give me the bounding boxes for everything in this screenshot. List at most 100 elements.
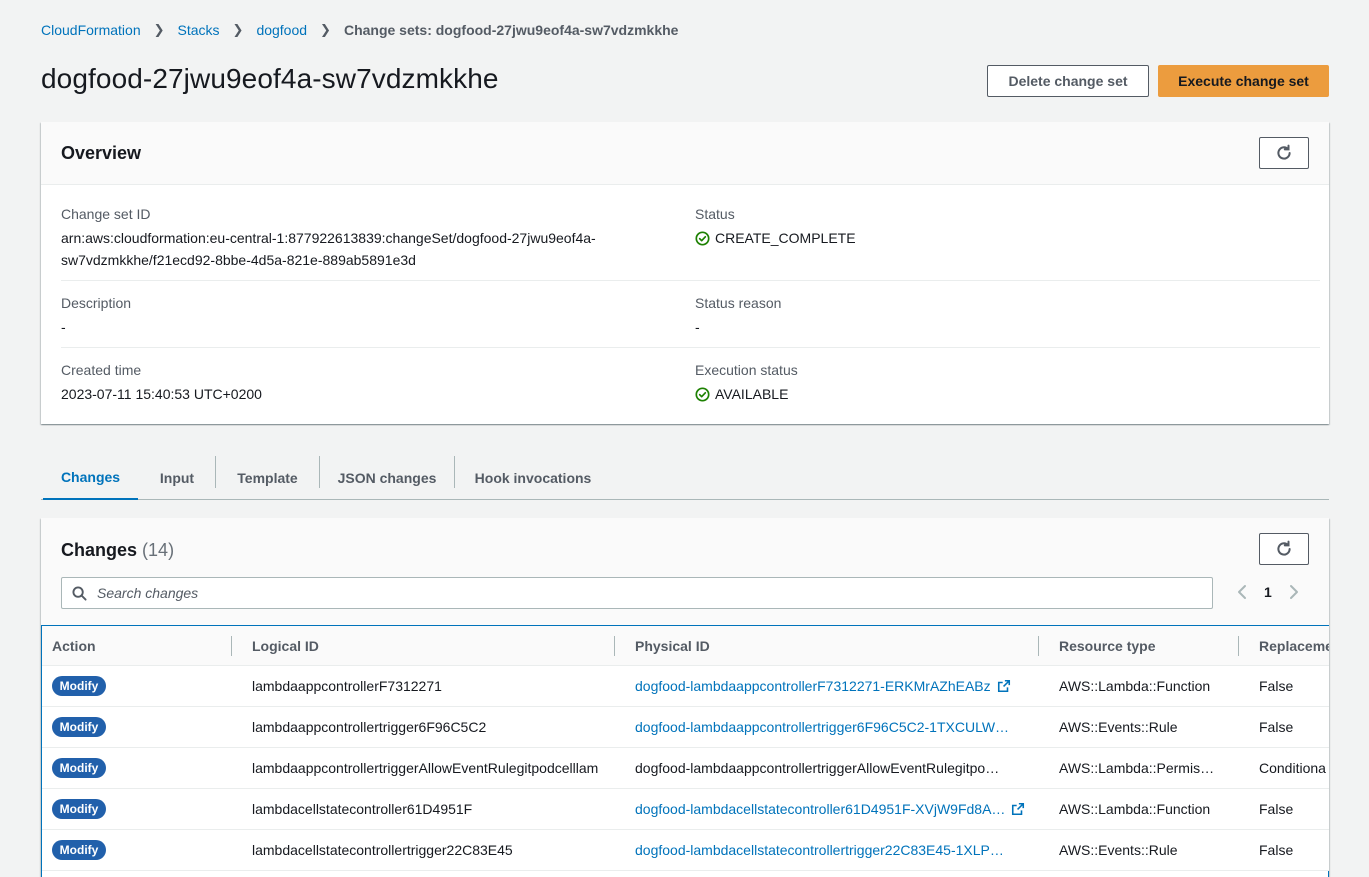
search-input[interactable] xyxy=(97,585,1197,601)
table-row: Modify lambdacellstatecontroller61D4951F d… xyxy=(42,789,1329,830)
created-time-field: Created time 2023-07-11 15:40:53 UTC+020… xyxy=(61,361,262,405)
execution-status-value: AVAILABLE xyxy=(695,383,798,405)
physical-id-text: dogfood-lambdaappcontrollertriggerAllowE… xyxy=(635,760,1000,776)
tab-json-changes[interactable]: JSON changes xyxy=(320,456,454,499)
status-field: Status CREATE_COMPLETE xyxy=(695,205,856,249)
replacement-cell: False xyxy=(1259,678,1294,694)
logical-id-cell: lambdaappcontrollertriggerAllowEventRule… xyxy=(252,760,599,776)
changeset-id-label: Change set ID xyxy=(61,206,151,222)
execution-status-field: Execution status AVAILABLE xyxy=(695,361,798,405)
action-badge: Modify xyxy=(52,758,106,778)
breadcrumb-stacks[interactable]: Stacks xyxy=(178,22,220,38)
external-link-icon xyxy=(997,679,1010,693)
changes-title: Changes (14) xyxy=(61,540,174,561)
tab-template[interactable]: Template xyxy=(216,456,319,499)
breadcrumb-current: Change sets: dogfood-27jwu9eof4a-sw7vdzm… xyxy=(343,22,679,38)
column-physical-id[interactable]: Physical ID xyxy=(635,638,710,654)
status-label: Status xyxy=(695,206,735,222)
physical-id-cell: dogfood-lambdaappcontrollertriggerAllowE… xyxy=(635,760,1035,776)
replacement-cell: Conditiona xyxy=(1259,760,1326,776)
status-value: CREATE_COMPLETE xyxy=(695,227,856,249)
previous-page-button[interactable] xyxy=(1236,584,1250,600)
search-icon xyxy=(72,585,87,601)
execute-change-set-button[interactable]: Execute change set xyxy=(1158,65,1329,97)
physical-id-link[interactable]: dogfood-lambdacellstatecontroller61D4951… xyxy=(635,801,1005,817)
status-text: CREATE_COMPLETE xyxy=(715,230,856,246)
physical-id-cell: dogfood-lambdacellstatecontrollertrigger… xyxy=(635,842,1035,858)
overview-panel: Overview Change set ID arn:aws:cloudform… xyxy=(41,122,1329,424)
external-link-icon xyxy=(1012,802,1025,816)
resource-type-cell: AWS::Lambda::Function xyxy=(1059,678,1211,694)
column-action[interactable]: Action xyxy=(52,638,96,654)
changeset-id-line2: sw7vdzmkkhe/f21ecd92-8bbe-4d5a-821e-889a… xyxy=(61,252,416,268)
changes-panel: Changes (14) 1 Act xyxy=(41,518,1329,877)
logical-id-cell: lambdaappcontrollerF7312271 xyxy=(252,678,442,694)
created-time-value: 2023-07-11 15:40:53 UTC+0200 xyxy=(61,386,262,402)
search-box xyxy=(61,577,1213,609)
action-badge: Modify xyxy=(52,676,106,696)
physical-id-link[interactable]: dogfood-lambdaappcontrollerF7312271-ERKM… xyxy=(635,678,991,694)
breadcrumb-dogfood[interactable]: dogfood xyxy=(256,22,307,38)
divider xyxy=(61,347,1320,348)
execution-status-label: Execution status xyxy=(695,362,798,378)
column-logical-id[interactable]: Logical ID xyxy=(252,638,319,654)
overview-refresh-button[interactable] xyxy=(1259,137,1309,169)
tab-list: Changes Input Template JSON changes Hook… xyxy=(41,456,1329,500)
breadcrumb-cloudformation[interactable]: CloudFormation xyxy=(41,22,141,38)
divider xyxy=(61,280,1320,281)
chevron-right-icon: ❯ xyxy=(153,22,165,37)
tab-hook-invocations[interactable]: Hook invocations xyxy=(455,456,611,499)
chevron-left-icon xyxy=(1238,585,1246,599)
column-resource-type[interactable]: Resource type xyxy=(1059,638,1155,654)
changeset-id-value: arn:aws:cloudformation:eu-central-1:8779… xyxy=(61,227,641,271)
tab-input[interactable]: Input xyxy=(139,456,215,499)
changes-refresh-button[interactable] xyxy=(1259,533,1309,565)
changeset-id-field: Change set ID arn:aws:cloudformation:eu-… xyxy=(61,205,641,271)
check-circle-icon xyxy=(695,230,710,246)
current-page[interactable]: 1 xyxy=(1264,584,1272,600)
chevron-right-icon: ❯ xyxy=(320,22,331,37)
changes-header: Changes (14) 1 xyxy=(41,518,1329,625)
table-row: Modify lambdacellstatecontrollertrigger22… xyxy=(42,830,1329,871)
resource-type-cell: AWS::Events::Rule xyxy=(1059,842,1178,858)
column-replacement[interactable]: Replaceme xyxy=(1259,638,1329,654)
created-time-label: Created time xyxy=(61,362,142,378)
delete-change-set-button[interactable]: Delete change set xyxy=(987,65,1149,97)
changes-count: (14) xyxy=(142,540,175,560)
pagination: 1 xyxy=(1236,584,1300,600)
status-reason-value: - xyxy=(695,319,700,335)
tab-changes[interactable]: Changes xyxy=(43,456,138,500)
replacement-cell: False xyxy=(1259,719,1294,735)
action-badge: Modify xyxy=(52,717,106,737)
description-value: - xyxy=(61,319,66,335)
table-row: Modify lambdaappcontrollertriggerAllowEve… xyxy=(42,748,1329,789)
resource-type-cell: AWS::Lambda::Permiss… xyxy=(1059,760,1219,776)
logical-id-cell: lambdacellstatecontrollertrigger22C83E45 xyxy=(252,842,513,858)
table-header: Action Logical ID Physical ID Resource t… xyxy=(42,626,1329,666)
description-field: Description - xyxy=(61,294,131,338)
column-resizer[interactable] xyxy=(1238,636,1239,656)
logical-id-cell: lambdacellstatecontroller61D4951F xyxy=(252,801,473,817)
refresh-icon xyxy=(1277,540,1291,556)
replacement-cell: False xyxy=(1259,842,1294,858)
physical-id-cell: dogfood-lambdaappcontrollerF7312271-ERKM… xyxy=(635,678,1035,694)
changes-table: Action Logical ID Physical ID Resource t… xyxy=(41,625,1329,877)
overview-header: Overview xyxy=(41,122,1329,185)
refresh-icon xyxy=(1277,144,1291,160)
changeset-id-line1: arn:aws:cloudformation:eu-central-1:8779… xyxy=(61,230,596,246)
physical-id-cell: dogfood-lambdacellstatecontroller61D4951… xyxy=(635,801,1035,817)
column-resizer[interactable] xyxy=(1038,636,1039,656)
chevron-right-icon xyxy=(1289,585,1298,599)
next-page-button[interactable] xyxy=(1286,584,1300,600)
action-badge: Modify xyxy=(52,840,106,860)
changes-title-text: Changes xyxy=(61,540,138,560)
replacement-cell: False xyxy=(1259,801,1294,817)
page-title: dogfood-27jwu9eof4a-sw7vdzmkkhe xyxy=(41,63,499,94)
physical-id-link[interactable]: dogfood-lambdacellstatecontrollertrigger… xyxy=(635,842,1004,858)
physical-id-cell: dogfood-lambdaappcontrollertrigger6F96C5… xyxy=(635,719,1035,735)
column-resizer[interactable] xyxy=(231,636,232,656)
physical-id-link[interactable]: dogfood-lambdaappcontrollertrigger6F96C5… xyxy=(635,719,1009,735)
description-label: Description xyxy=(61,295,132,311)
logical-id-cell: lambdaappcontrollertrigger6F96C5C2 xyxy=(252,719,487,735)
column-resizer[interactable] xyxy=(614,636,615,656)
